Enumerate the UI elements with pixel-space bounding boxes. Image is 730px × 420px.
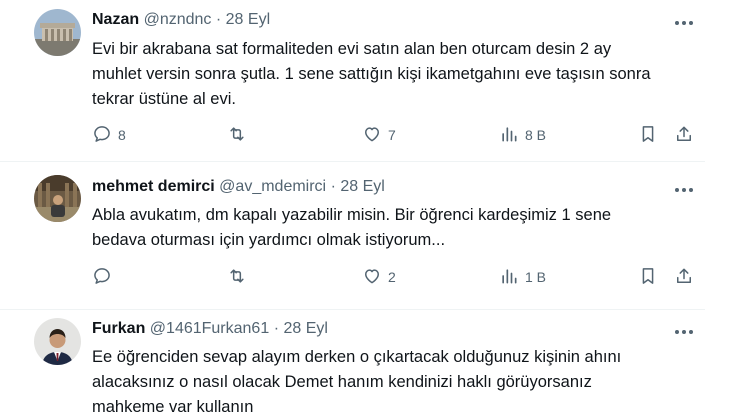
views-count: 1 B	[525, 269, 547, 285]
tweet-text: Evi bir akrabana sat formaliteden evi sa…	[92, 37, 692, 112]
reply-button[interactable]	[92, 265, 118, 289]
tweet[interactable]: mehmet demirci @av_mdemirci · 28 Eyl Abl…	[0, 162, 730, 310]
views-button[interactable]: 1 B	[499, 265, 546, 289]
bookmark-icon	[638, 124, 658, 147]
tweet[interactable]: Nazan @nzndnc · 28 Eyl Evi bir akrabana …	[0, 0, 730, 162]
like-count: 7	[388, 127, 396, 143]
avatar[interactable]	[34, 175, 81, 222]
more-icon[interactable]	[672, 13, 696, 33]
tweet-text-line: bedava oturması için yardımcı olmak isti…	[92, 231, 446, 249]
like-count: 2	[388, 269, 396, 285]
tweet-date[interactable]: 28 Eyl	[340, 178, 384, 195]
tweet-text-line: tekrar üstüne al evi.	[92, 90, 236, 108]
like-button[interactable]: 2	[362, 265, 396, 289]
retweet-button[interactable]	[227, 123, 253, 147]
author-name[interactable]: mehmet demirci	[92, 178, 215, 195]
retweet-button[interactable]	[227, 265, 253, 289]
author-name[interactable]: Furkan	[92, 320, 145, 337]
more-icon[interactable]	[672, 322, 696, 342]
reply-button[interactable]: 8	[92, 123, 126, 147]
tweet-date[interactable]: 28 Eyl	[283, 320, 327, 337]
share-button[interactable]	[674, 123, 694, 147]
author-name[interactable]: Nazan	[92, 11, 139, 28]
author-handle[interactable]: @nzndnc	[144, 11, 212, 28]
author-handle[interactable]: @av_mdemirci	[219, 178, 326, 195]
tweet-text-line: mahkeme var kullanın	[92, 398, 254, 416]
share-icon	[674, 266, 694, 289]
views-button[interactable]: 8 B	[499, 123, 546, 147]
more-icon[interactable]	[672, 180, 696, 200]
like-icon	[362, 124, 382, 147]
tweet-header: mehmet demirci @av_mdemirci · 28 Eyl	[92, 178, 385, 196]
bookmark-button[interactable]	[638, 265, 658, 289]
bookmark-button[interactable]	[638, 123, 658, 147]
views-icon	[499, 124, 519, 147]
tweet[interactable]: Furkan @1461Furkan61 · 28 Eyl Ee öğrenci…	[0, 310, 730, 420]
bookmark-icon	[638, 266, 658, 289]
separator-dot: ·	[273, 320, 280, 337]
reply-count: 8	[118, 127, 126, 143]
separator-dot: ·	[330, 178, 336, 195]
avatar[interactable]	[34, 318, 81, 365]
tweet-date[interactable]: 28 Eyl	[226, 11, 270, 28]
reply-feed: Nazan @nzndnc · 28 Eyl Evi bir akrabana …	[0, 0, 730, 420]
retweet-icon	[227, 266, 247, 289]
like-button[interactable]: 7	[362, 123, 396, 147]
views-icon	[499, 266, 519, 289]
retweet-icon	[227, 124, 247, 147]
author-handle[interactable]: @1461Furkan61	[150, 320, 269, 337]
tweet-text-line: Abla avukatım, dm kapalı yazabilir misin…	[92, 206, 612, 224]
tweet-text: Ee öğrenciden sevap alayım derken o çıka…	[92, 345, 692, 420]
like-icon	[362, 266, 382, 289]
share-icon	[674, 124, 694, 147]
views-count: 8 B	[525, 127, 547, 143]
avatar[interactable]	[34, 9, 81, 56]
share-button[interactable]	[674, 265, 694, 289]
tweet-text-line: muhlet versin sonra şutla. 1 sene sattığ…	[92, 65, 651, 83]
tweet-text: Abla avukatım, dm kapalı yazabilir misin…	[92, 203, 692, 253]
tweet-text-line: Ee öğrenciden sevap alayım derken o çıka…	[92, 348, 622, 366]
reply-icon	[92, 124, 112, 147]
reply-icon	[92, 266, 112, 289]
separator-dot: ·	[215, 11, 222, 28]
tweet-header: Nazan @nzndnc · 28 Eyl	[92, 11, 270, 29]
tweet-text-line: Evi bir akrabana sat formaliteden evi sa…	[92, 40, 612, 58]
tweet-actions: 8 7 8 B	[92, 123, 702, 147]
tweet-header: Furkan @1461Furkan61 · 28 Eyl	[92, 320, 328, 338]
tweet-actions: 2 1 B	[92, 265, 702, 289]
tweet-text-line: alacaksınız o nasıl olacak Demet hanım k…	[92, 373, 592, 391]
